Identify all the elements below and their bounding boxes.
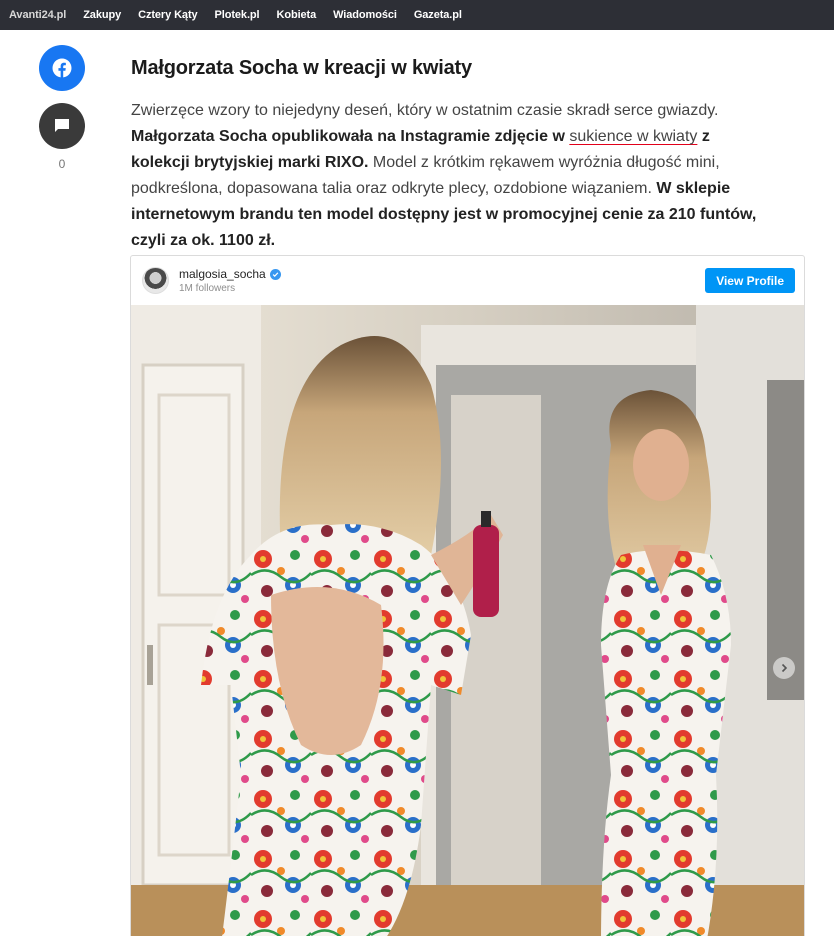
share-column: 0: [39, 45, 85, 171]
verified-badge-icon: [269, 268, 281, 280]
photo-illustration: [131, 305, 804, 936]
paragraph-bold-text: Małgorzata Socha opublikowała na Instagr…: [131, 128, 570, 145]
nav-link-kobieta[interactable]: Kobieta: [276, 9, 316, 21]
instagram-photo[interactable]: [131, 305, 804, 936]
nav-link-avanti24[interactable]: Avanti24.pl: [9, 9, 66, 21]
nav-link-zakupy[interactable]: Zakupy: [83, 9, 121, 21]
carousel-next-button[interactable]: [773, 657, 795, 679]
nav-link-cztery-katy[interactable]: Cztery Kąty: [138, 9, 198, 21]
article-heading: Małgorzata Socha w kreacji w kwiaty: [131, 57, 472, 79]
paragraph-text: Zwierzęce wzory to niejedyny deseń, któr…: [131, 102, 719, 119]
profile-info: malgosia_socha 1M followers: [179, 267, 281, 294]
instagram-embed-header: malgosia_socha 1M followers View Profile: [131, 256, 804, 305]
username-row: malgosia_socha: [179, 267, 281, 281]
chevron-right-icon: [781, 663, 788, 673]
nav-link-wiadomosci[interactable]: Wiadomości: [333, 9, 397, 21]
comments-button[interactable]: [39, 103, 85, 149]
avatar[interactable]: [142, 267, 169, 294]
nav-link-gazeta[interactable]: Gazeta.pl: [414, 9, 462, 21]
comment-icon: [55, 119, 69, 132]
article-paragraph: Zwierzęce wzory to niejedyny deseń, któr…: [131, 98, 771, 254]
username[interactable]: malgosia_socha: [179, 267, 266, 281]
nav-link-plotek[interactable]: Plotek.pl: [215, 9, 260, 21]
comment-count: 0: [58, 157, 66, 171]
facebook-icon: [52, 58, 72, 78]
instagram-embed: malgosia_socha 1M followers View Profile: [130, 255, 805, 936]
top-navigation-bar: Avanti24.pl Zakupy Cztery Kąty Plotek.pl…: [0, 0, 834, 30]
followers-count: 1M followers: [179, 283, 236, 294]
view-profile-button[interactable]: View Profile: [705, 268, 795, 293]
facebook-share-button[interactable]: [39, 45, 85, 91]
dress-link[interactable]: sukience w kwiaty: [569, 128, 697, 145]
